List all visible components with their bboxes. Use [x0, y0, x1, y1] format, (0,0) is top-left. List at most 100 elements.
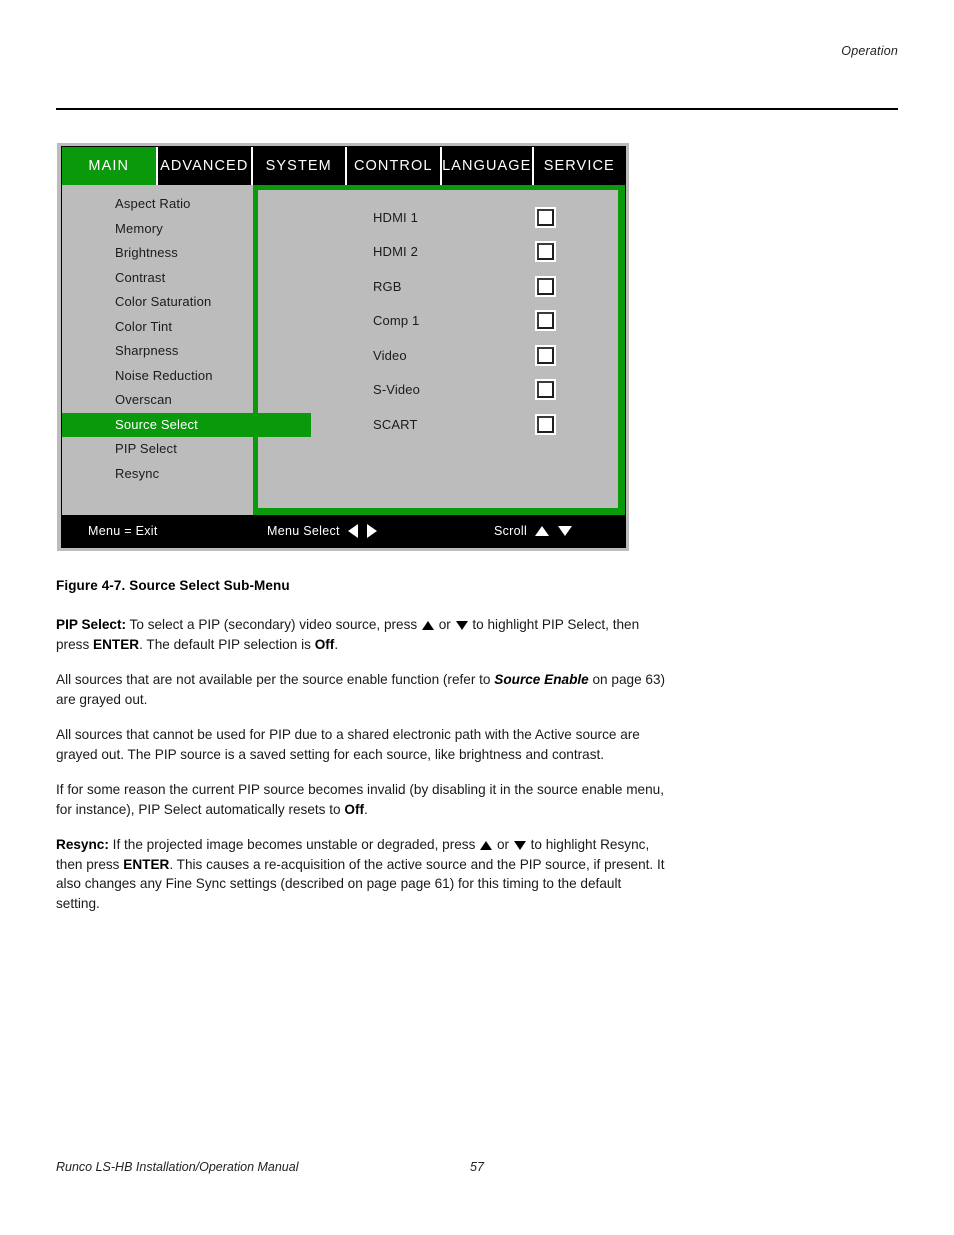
status-scroll-label: Scroll — [494, 524, 528, 538]
source-label: Video — [373, 347, 407, 363]
checkbox-s-video[interactable] — [535, 379, 556, 401]
source-row-hdmi-1[interactable]: HDMI 1 — [258, 200, 618, 235]
menu-item-label: Brightness — [115, 245, 178, 260]
invalid-text-2: . — [364, 801, 368, 817]
osd-content-panel: HDMI 1 HDMI 2 RGB Comp 1 Video S-Video S… — [253, 185, 625, 515]
source-select-list: HDMI 1 HDMI 2 RGB Comp 1 Video S-Video S… — [258, 190, 618, 508]
osd-menu-list: Aspect Ratio Memory Brightness Contrast … — [62, 185, 311, 515]
checkbox-video[interactable] — [535, 344, 556, 366]
pip-select-text-1: To select a PIP (secondary) video source… — [126, 617, 421, 632]
tab-language[interactable]: LANGUAGE — [442, 147, 534, 185]
tab-service-label: SERVICE — [543, 158, 615, 174]
menu-item-label: PIP Select — [115, 441, 177, 456]
status-menu-exit-label: Menu = Exit — [88, 524, 158, 538]
status-menu-select: Menu Select — [267, 515, 378, 547]
checkbox-hdmi-1[interactable] — [535, 206, 556, 228]
status-menu-exit: Menu = Exit — [88, 515, 158, 547]
resync-enter: ENTER — [123, 856, 170, 872]
page-header-section: Operation — [841, 44, 898, 58]
checkbox-comp-1[interactable] — [535, 310, 556, 332]
tab-system-label: SYSTEM — [265, 158, 332, 174]
menu-item-noise-reduction[interactable]: Noise Reduction — [62, 364, 253, 389]
menu-item-label: Color Tint — [115, 318, 173, 334]
menu-item-label: Memory — [115, 220, 163, 236]
menu-item-label: Resync — [115, 465, 160, 481]
tab-language-label: LANGUAGE — [442, 158, 532, 174]
menu-item-label: Noise Reduction — [115, 367, 213, 383]
source-label: RGB — [373, 278, 402, 294]
checkbox-hdmi-2[interactable] — [535, 241, 556, 263]
tab-control-label: CONTROL — [353, 158, 433, 174]
source-row-hdmi-2[interactable]: HDMI 2 — [258, 235, 618, 270]
tab-advanced-label: ADVANCED — [160, 158, 249, 174]
menu-item-label: Source Select — [115, 416, 198, 432]
paragraph-pip-select: PIP Select: To select a PIP (secondary) … — [56, 615, 666, 654]
source-row-s-video[interactable]: S-Video — [258, 373, 618, 408]
grayed-text-1: All sources that are not available per t… — [56, 672, 495, 687]
arrow-up-icon — [535, 526, 550, 536]
figure-caption: Figure 4-7. Source Select Sub-Menu — [56, 578, 290, 593]
menu-item-sharpness[interactable]: Sharpness — [62, 339, 253, 364]
osd-status-bar: Menu = Exit Menu Select Scroll — [62, 515, 625, 547]
arrow-left-icon — [347, 524, 358, 538]
checkbox-scart[interactable] — [535, 413, 556, 435]
status-scroll: Scroll — [494, 515, 573, 547]
source-enable-reference: Source Enable — [494, 672, 589, 687]
triangle-up-icon — [421, 621, 434, 630]
menu-item-memory[interactable]: Memory — [62, 217, 253, 242]
menu-item-source-select[interactable]: Source Select — [62, 412, 311, 437]
source-row-rgb[interactable]: RGB — [258, 269, 618, 304]
pip-select-text-5: . — [334, 636, 339, 652]
menu-item-label: Aspect Ratio — [115, 196, 191, 211]
menu-item-label: Sharpness — [115, 343, 179, 358]
resync-text-1: If the projected image becomes unstable … — [108, 837, 480, 852]
triangle-up-icon — [480, 841, 493, 850]
resync-text-2: or — [493, 837, 513, 852]
checkbox-rgb[interactable] — [535, 275, 556, 297]
menu-item-color-saturation[interactable]: Color Saturation — [62, 290, 253, 315]
tab-main[interactable]: MAIN — [62, 147, 158, 185]
pip-select-text-4: . The default PIP selection is — [139, 636, 315, 652]
arrow-down-icon — [558, 526, 573, 536]
pip-select-enter: ENTER — [93, 636, 140, 652]
menu-item-label: Contrast — [115, 269, 166, 285]
source-label: Comp 1 — [373, 313, 420, 329]
source-label: HDMI 2 — [373, 244, 418, 260]
paragraph-shared-path: All sources that cannot be used for PIP … — [56, 727, 640, 762]
source-row-video[interactable]: Video — [258, 338, 618, 373]
osd-figure: MAIN ADVANCED SYSTEM CONTROL LANGUAGE SE… — [57, 143, 629, 551]
menu-item-pip-select[interactable]: PIP Select — [62, 437, 253, 462]
menu-item-resync[interactable]: Resync — [62, 462, 253, 487]
source-label: HDMI 1 — [373, 209, 418, 225]
osd-screen: MAIN ADVANCED SYSTEM CONTROL LANGUAGE SE… — [61, 146, 626, 548]
status-menu-select-label: Menu Select — [267, 524, 340, 538]
menu-item-label: Overscan — [115, 392, 172, 407]
pip-select-lead: PIP Select: — [56, 617, 127, 632]
invalid-off: Off — [344, 801, 365, 817]
tab-advanced[interactable]: ADVANCED — [157, 147, 253, 185]
pip-select-text-2: or — [434, 617, 455, 632]
source-row-comp-1[interactable]: Comp 1 — [258, 304, 618, 339]
footer-manual-title: Runco LS-HB Installation/Operation Manua… — [56, 1160, 299, 1174]
resync-lead: Resync: — [56, 837, 109, 852]
menu-item-brightness[interactable]: Brightness — [62, 241, 253, 266]
tab-control[interactable]: CONTROL — [346, 147, 442, 185]
menu-item-overscan[interactable]: Overscan — [62, 388, 253, 413]
menu-item-aspect-ratio[interactable]: Aspect Ratio — [62, 192, 253, 217]
menu-item-contrast[interactable]: Contrast — [62, 266, 253, 291]
osd-body: Aspect Ratio Memory Brightness Contrast … — [62, 185, 625, 515]
tab-system[interactable]: SYSTEM — [253, 147, 347, 185]
footer-page-number: 57 — [470, 1160, 484, 1174]
pip-select-off: Off — [314, 636, 335, 652]
tab-service[interactable]: SERVICE — [533, 147, 626, 185]
header-divider-rule — [56, 108, 898, 110]
paragraph-resync: Resync: If the projected image becomes u… — [56, 835, 666, 913]
menu-item-color-tint[interactable]: Color Tint — [62, 315, 253, 340]
source-label: S-Video — [373, 382, 421, 398]
paragraph-grayed-sources: All sources that are not available per t… — [56, 670, 666, 709]
osd-tab-bar: MAIN ADVANCED SYSTEM CONTROL LANGUAGE SE… — [62, 147, 626, 185]
paragraph-invalid-reset: If for some reason the current PIP sourc… — [56, 780, 666, 819]
triangle-down-icon — [513, 841, 526, 850]
triangle-down-icon — [455, 621, 468, 630]
source-row-scart[interactable]: SCART — [258, 407, 618, 442]
